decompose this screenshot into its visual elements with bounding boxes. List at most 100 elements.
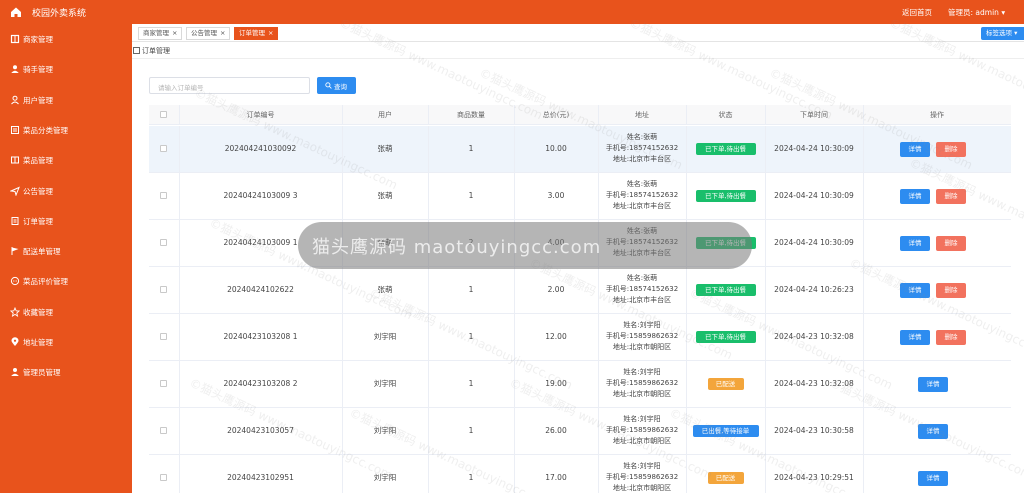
sidebar-item[interactable]: 用户管理 xyxy=(0,85,132,115)
row-checkbox[interactable] xyxy=(160,333,167,340)
column-divider xyxy=(686,105,687,125)
row-checkbox[interactable] xyxy=(160,474,167,481)
detail-button[interactable]: 详情 xyxy=(900,142,930,157)
tab-label: 公告管理 xyxy=(191,29,217,37)
close-icon[interactable]: × xyxy=(220,29,225,37)
order-user: 张萌 xyxy=(377,238,393,247)
detail-button[interactable]: 详情 xyxy=(918,377,948,392)
order-address: 姓名:刘宇阳 手机号:15859862632 地址:北京市朝阳区 xyxy=(598,408,686,454)
sidebar-item-label: 商家管理 xyxy=(23,35,53,44)
detail-button[interactable]: 详情 xyxy=(900,283,930,298)
column-divider xyxy=(179,220,180,266)
address-name: 姓名:刘宇阳 xyxy=(623,462,661,470)
delete-button[interactable]: 删除 xyxy=(936,189,966,204)
column-divider xyxy=(179,126,180,172)
order-address: 姓名:刘宇阳 手机号:15859862632 地址:北京市朝阳区 xyxy=(598,314,686,360)
row-checkbox[interactable] xyxy=(160,239,167,246)
sidebar-item[interactable]: 菜品评价管理 xyxy=(0,266,132,296)
address-location: 地址:北京市丰台区 xyxy=(612,202,672,210)
sidebar-item-label: 管理员管理 xyxy=(23,368,61,378)
order-quantity: 1 xyxy=(468,191,474,200)
table-row[interactable]: 202404241030092 张萌 1 10.00 姓名:张萌 手机号:18574152… xyxy=(149,126,1011,173)
sidebar-item[interactable]: 地址管理 xyxy=(0,327,132,357)
column-divider xyxy=(598,455,599,493)
sidebar-item[interactable]: 订单管理 xyxy=(0,206,132,236)
tab-merchant[interactable]: 商家管理 × xyxy=(138,27,183,40)
column-divider xyxy=(863,105,864,125)
column-divider xyxy=(342,173,343,219)
app-title: 校园外卖系统 xyxy=(32,9,87,19)
row-checkbox[interactable] xyxy=(160,286,167,293)
column-divider xyxy=(179,267,180,313)
table-row[interactable]: 20240423103208 1 刘宇阳 1 12.00 姓名:刘宇阳 手机号:15859… xyxy=(149,314,1011,361)
detail-button[interactable]: 详情 xyxy=(900,236,930,251)
row-checkbox[interactable] xyxy=(160,427,167,434)
row-checkbox[interactable] xyxy=(160,145,167,152)
sidebar-item-label: 收藏管理 xyxy=(23,307,53,317)
order-time: 2024-04-24 10:26:23 xyxy=(774,285,854,294)
table-row[interactable]: 20240423103208 2 刘宇阳 1 19.00 姓名:刘宇阳 手机号:15859… xyxy=(149,361,1011,408)
sidebar-item[interactable]: 配送单管理 xyxy=(0,236,132,266)
tab-notice[interactable]: 公告管理 × xyxy=(186,27,231,40)
column-divider xyxy=(342,267,343,313)
column-divider xyxy=(514,408,515,454)
order-user: 刘宇阳 xyxy=(373,332,397,341)
column-divider xyxy=(428,267,429,313)
row-checkbox[interactable] xyxy=(160,192,167,199)
table-row[interactable]: 20240423103057 刘宇阳 1 26.00 姓名:刘宇阳 手机号:1585986… xyxy=(149,408,1011,455)
select-all-checkbox[interactable] xyxy=(160,111,167,118)
row-checkbox[interactable] xyxy=(160,380,167,387)
sidebar-item[interactable]: 管理员管理 xyxy=(0,357,132,387)
order-no-search-input[interactable]: 请输入订单编号 xyxy=(149,77,310,94)
order-number: 20240423103208 1 xyxy=(223,332,298,341)
close-icon[interactable]: × xyxy=(268,29,273,37)
admin-icon xyxy=(11,368,19,377)
admin-menu[interactable]: 管理员: admin ▾ xyxy=(948,7,1005,18)
status-badge: 已配送 xyxy=(707,472,744,484)
detail-button[interactable]: 详情 xyxy=(900,330,930,345)
sidebar-item[interactable]: 公告管理 xyxy=(0,176,132,206)
search-button[interactable]: 查询 xyxy=(317,77,356,94)
back-home-link[interactable]: 返回首页 xyxy=(902,7,932,18)
sidebar-item[interactable]: 菜品管理 xyxy=(0,145,132,175)
doc-icon xyxy=(11,216,19,225)
address-phone: 手机号:15859862632 xyxy=(605,473,679,481)
sidebar-item[interactable]: 商家管理 xyxy=(0,24,132,54)
table-row[interactable]: 20240424103009 3 张萌 1 3.00 姓名:张萌 手机号:18574152… xyxy=(149,173,1011,220)
order-time: 2024-04-23 10:32:08 xyxy=(774,332,854,341)
list-icon xyxy=(11,125,19,134)
sidebar-item[interactable]: 收藏管理 xyxy=(0,297,132,327)
close-icon[interactable]: × xyxy=(172,29,177,37)
sidebar-item[interactable]: 菜品分类管理 xyxy=(0,115,132,145)
sidebar-item[interactable]: 骑手管理 xyxy=(0,54,132,84)
sidebar-item-label: 菜品分类管理 xyxy=(23,125,68,135)
column-divider xyxy=(428,314,429,360)
column-divider xyxy=(686,173,687,219)
detail-button[interactable]: 详情 xyxy=(918,424,948,439)
delete-button[interactable]: 删除 xyxy=(936,142,966,157)
delete-button[interactable]: 删除 xyxy=(936,330,966,345)
tabs-bar: 商家管理 × 公告管理 × 订单管理 × xyxy=(132,24,1024,42)
table-row[interactable]: 20240424102622 张萌 1 2.00 姓名:张萌 手机号:1857415263… xyxy=(149,267,1011,314)
order-total: 10.00 xyxy=(545,144,567,153)
column-divider xyxy=(686,361,687,407)
column-divider xyxy=(598,267,599,313)
tab-order[interactable]: 订单管理 × xyxy=(234,27,279,40)
user-icon xyxy=(11,65,19,74)
delete-button[interactable]: 删除 xyxy=(936,236,966,251)
search-icon xyxy=(325,82,332,89)
column-divider xyxy=(686,126,687,172)
order-quantity: 1 xyxy=(468,285,474,294)
breadcrumb-label: 订单管理 xyxy=(142,47,170,55)
home-icon[interactable] xyxy=(9,5,23,19)
column-divider xyxy=(514,220,515,266)
table-row[interactable]: 20240423102951 刘宇阳 1 17.00 姓名:刘宇阳 手机号:1585986… xyxy=(149,455,1011,493)
detail-button[interactable]: 详情 xyxy=(918,471,948,486)
table-row[interactable]: 20240424103009 1 张萌 2 4.00 姓名:张萌 手机号:18574152… xyxy=(149,220,1011,267)
tab-options-button[interactable]: 标签选项 ▾ xyxy=(981,27,1024,40)
order-number: 20240424102622 xyxy=(227,285,294,294)
column-divider xyxy=(598,105,599,125)
detail-button[interactable]: 详情 xyxy=(900,189,930,204)
address-location: 地址:北京市朝阳区 xyxy=(612,390,672,398)
delete-button[interactable]: 删除 xyxy=(936,283,966,298)
